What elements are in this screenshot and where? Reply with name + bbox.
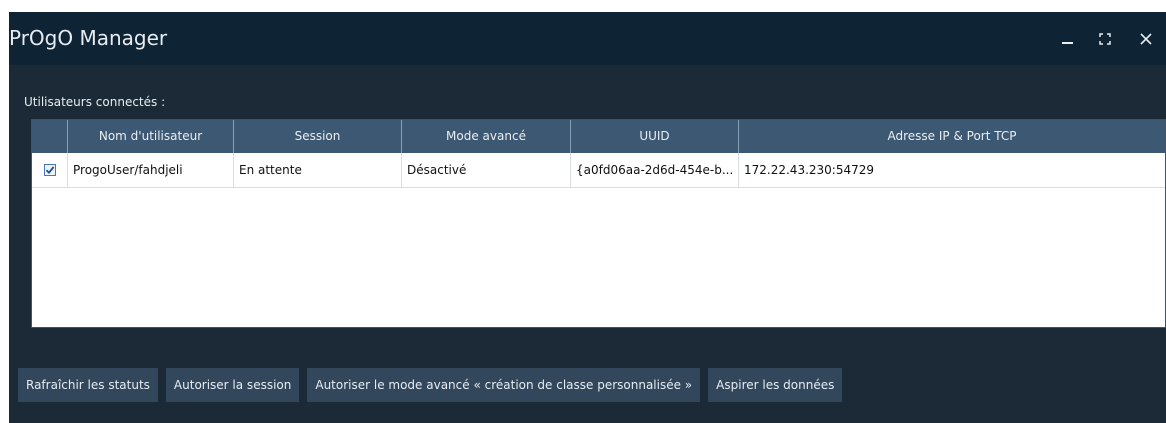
authorize-advanced-mode-button[interactable]: Autoriser le mode avancé « création de c… — [307, 368, 701, 402]
column-header-advanced-mode[interactable]: Mode avancé — [402, 120, 571, 153]
connected-users-label: Utilisateurs connectés : — [24, 95, 166, 109]
column-header-uuid[interactable]: UUID — [571, 120, 739, 153]
window-title: PrOgO Manager — [9, 26, 168, 50]
column-header-username[interactable]: Nom d'utilisateur — [68, 120, 234, 153]
cell-advanced-mode: Désactivé — [402, 153, 571, 187]
authorize-session-button[interactable]: Autoriser la session — [165, 368, 300, 402]
maximize-icon[interactable] — [1088, 12, 1122, 65]
title-bar: PrOgO Manager — [9, 12, 1166, 65]
refresh-status-button[interactable]: Rafraîchir les statuts — [18, 368, 158, 402]
fetch-data-button[interactable]: Aspirer les données — [708, 368, 843, 402]
table-row[interactable]: ProgoUser/fahdjeli En attente Désactivé … — [32, 153, 1165, 188]
close-icon[interactable] — [1129, 12, 1163, 65]
table-header: Nom d'utilisateur Session Mode avancé UU… — [32, 120, 1165, 153]
minimize-icon[interactable] — [1050, 12, 1084, 65]
cell-ip-port: 172.22.43.230:54729 — [744, 163, 875, 177]
row-checkbox[interactable] — [43, 164, 56, 176]
cell-session: En attente — [234, 153, 402, 187]
users-table: Nom d'utilisateur Session Mode avancé UU… — [31, 119, 1166, 328]
action-toolbar: Rafraîchir les statuts Autoriser la sess… — [18, 368, 843, 402]
row-select-cell — [32, 153, 68, 187]
cell-username: ProgoUser/fahdjeli — [68, 153, 234, 187]
column-header-ip-port[interactable]: Adresse IP & Port TCP — [739, 120, 1165, 153]
cell-uuid: {a0fd06aa-2d6d-454e-b... — [571, 153, 739, 187]
checkmark-icon — [45, 166, 54, 175]
app-window: PrOgO Manager Utilisateurs connectés : N… — [9, 12, 1166, 423]
column-header-select[interactable] — [32, 120, 68, 153]
column-header-session[interactable]: Session — [234, 120, 402, 153]
